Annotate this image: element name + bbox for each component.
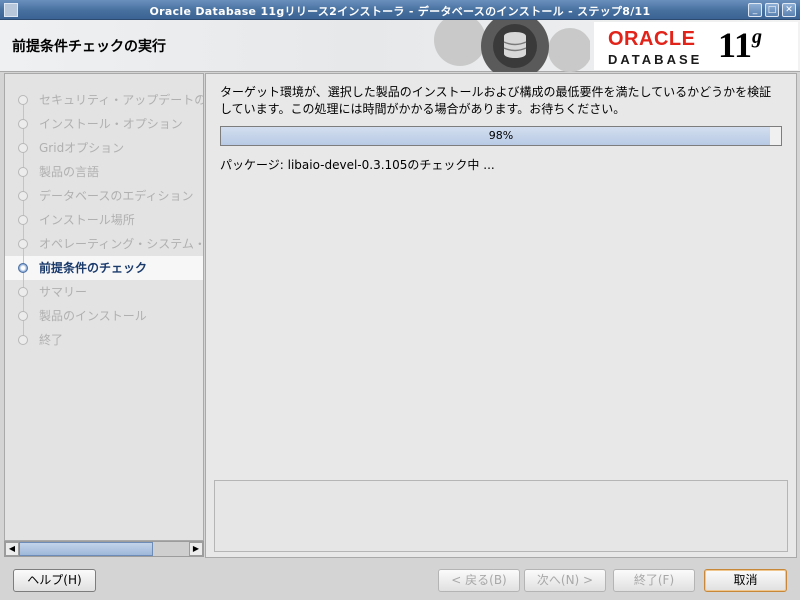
oracle-database-logo: ORACLE DATABASE 11g: [594, 22, 798, 70]
page-header: 前提条件チェックの実行 ORACLE DATABASE 11g: [0, 20, 800, 72]
version-label: 11g: [718, 25, 763, 65]
step-node-icon: [18, 287, 28, 297]
scrollbar-thumb[interactable]: [19, 542, 153, 556]
step-item[interactable]: オペレーティング・システム・: [5, 232, 203, 256]
step-label: インストール・オプション: [39, 117, 183, 131]
step-node-icon: [18, 119, 28, 129]
step-node-icon: [18, 215, 28, 225]
detail-panel: [214, 480, 788, 552]
back-button[interactable]: < 戻る(B): [438, 569, 520, 592]
step-item[interactable]: セキュリティ・アップデートの: [5, 88, 203, 112]
step-label: サマリー: [39, 285, 88, 299]
step-item[interactable]: 終了: [5, 328, 203, 352]
step-item[interactable]: 製品の言語: [5, 160, 203, 184]
step-label: オペレーティング・システム・: [39, 237, 204, 251]
step-node-icon: [18, 263, 28, 273]
step-node-icon: [18, 191, 28, 201]
step-node-icon: [18, 311, 28, 321]
step-node-icon: [18, 167, 28, 177]
cancel-button[interactable]: 取消: [704, 569, 787, 592]
window-title: Oracle Database 11gリリース2インストーラ - データベースの…: [149, 5, 651, 18]
oracle-brand: ORACLE: [608, 28, 696, 50]
step-label: 終了: [39, 333, 64, 347]
step-label: 前提条件のチェック: [39, 261, 148, 275]
finish-button[interactable]: 終了(F): [613, 569, 695, 592]
steps-horizontal-scrollbar[interactable]: ◀ ▶: [4, 541, 204, 557]
database-label: DATABASE: [608, 52, 703, 67]
step-node-icon: [18, 335, 28, 345]
step-label: セキュリティ・アップデートの: [39, 93, 204, 107]
minimize-icon[interactable]: _: [748, 3, 762, 17]
step-label: 製品のインストール: [39, 309, 147, 323]
progress-bar: 98%: [220, 126, 782, 146]
status-text: パッケージ: libaio-devel-0.3.105のチェック中 ...: [220, 158, 495, 172]
scroll-left-icon[interactable]: ◀: [5, 542, 19, 556]
step-label: Gridオプション: [39, 141, 125, 155]
step-node-icon: [18, 239, 28, 249]
maximize-icon[interactable]: □: [765, 3, 779, 17]
step-item[interactable]: データベースのエディション: [5, 184, 203, 208]
step-label: 製品の言語: [39, 165, 100, 179]
steps-panel: セキュリティ・アップデートの インストール・オプション Gridオプション 製品の言語…: [4, 73, 204, 541]
step-item[interactable]: Gridオプション: [5, 136, 203, 160]
window-title-bar[interactable]: Oracle Database 11gリリース2インストーラ - データベースの…: [0, 0, 800, 20]
main-content: ターゲット環境が、選択した製品のインストールおよび構成の最低要件を満たしているか…: [205, 73, 797, 558]
step-label: インストール場所: [39, 213, 135, 227]
check-description: ターゲット環境が、選択した製品のインストールおよび構成の最低要件を満たしているか…: [220, 85, 772, 116]
step-item[interactable]: 前提条件のチェック: [5, 256, 203, 280]
close-icon[interactable]: ✕: [782, 3, 796, 17]
step-label: データベースのエディション: [39, 189, 194, 203]
progress-percent: 98%: [488, 129, 514, 142]
gears-graphic-icon: [434, 20, 590, 72]
step-node-icon: [18, 143, 28, 153]
step-item[interactable]: サマリー: [5, 280, 203, 304]
scroll-right-icon[interactable]: ▶: [189, 542, 203, 556]
page-title: 前提条件チェックの実行: [12, 39, 166, 55]
help-button[interactable]: ヘルプ(H): [13, 569, 96, 592]
step-item[interactable]: 製品のインストール: [5, 304, 203, 328]
next-button[interactable]: 次へ(N) >: [524, 569, 606, 592]
step-item[interactable]: インストール・オプション: [5, 112, 203, 136]
step-item[interactable]: インストール場所: [5, 208, 203, 232]
step-node-icon: [18, 95, 28, 105]
